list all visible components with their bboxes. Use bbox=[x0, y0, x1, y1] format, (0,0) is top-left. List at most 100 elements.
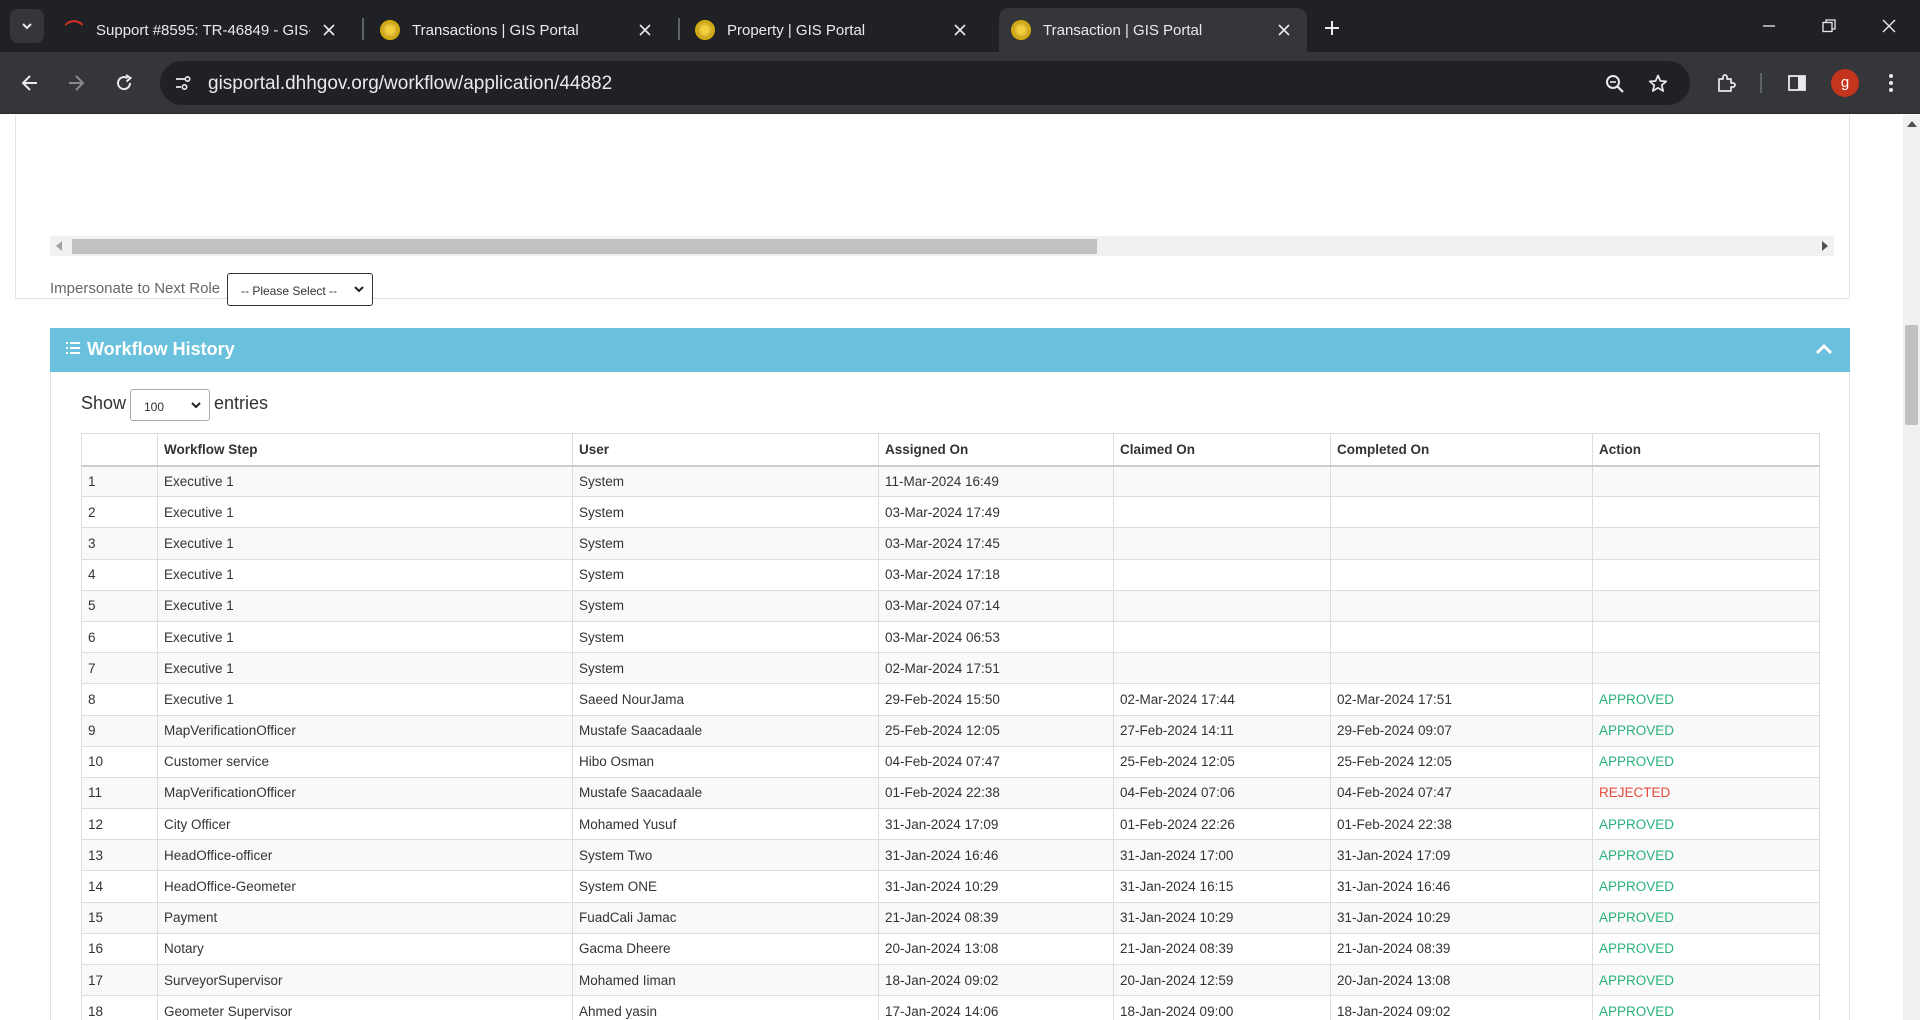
cell-user: Mohamed Yusuf bbox=[572, 808, 879, 841]
cell-assigned-on: 02-Mar-2024 17:51 bbox=[878, 652, 1114, 685]
workflow-history-header[interactable]: Workflow History bbox=[50, 328, 1850, 372]
cell-assigned-on: 21-Jan-2024 08:39 bbox=[878, 901, 1114, 934]
show-label: Show bbox=[81, 393, 127, 413]
cell-index: 12 bbox=[81, 808, 158, 841]
cell-claimed-on: 31-Jan-2024 16:15 bbox=[1113, 870, 1331, 903]
cell-claimed-on: 31-Jan-2024 17:00 bbox=[1113, 839, 1331, 872]
reload-button[interactable] bbox=[108, 67, 140, 99]
chevron-up-icon[interactable] bbox=[1814, 342, 1834, 356]
cell-action: APPROVED bbox=[1592, 963, 1820, 997]
bookmark-star-icon[interactable] bbox=[1646, 72, 1670, 96]
back-button[interactable] bbox=[14, 67, 46, 99]
column-header-completed-on[interactable]: Completed On bbox=[1330, 433, 1593, 467]
cell-workflow-step: Payment bbox=[157, 901, 573, 934]
browser-toolbar: gisportal.dhhgov.org/workflow/applicatio… bbox=[0, 52, 1920, 114]
table-header-row: Workflow Step User Assigned On Claimed O… bbox=[81, 433, 1820, 467]
cell-workflow-step: Executive 1 bbox=[157, 683, 573, 716]
cell-index: 7 bbox=[81, 652, 158, 685]
browser-tab-transaction[interactable]: Transaction | GIS Portal bbox=[999, 8, 1307, 52]
cell-completed-on bbox=[1330, 589, 1593, 622]
side-panel-icon[interactable] bbox=[1783, 69, 1811, 97]
cell-assigned-on: 03-Mar-2024 17:49 bbox=[878, 496, 1114, 529]
cell-assigned-on: 20-Jan-2024 13:08 bbox=[878, 932, 1114, 966]
browser-tab-support[interactable]: ⌒ Support #8595: TR-46849 - GIS-Ha bbox=[52, 8, 352, 52]
table-row: 14 HeadOffice-Geometer System ONE 31-Jan-20… bbox=[81, 870, 1820, 903]
table-row: 2 Executive 1 System 03-Mar-2024 17:49 bbox=[81, 496, 1820, 529]
cell-claimed-on bbox=[1113, 464, 1331, 498]
gis-portal-icon bbox=[695, 20, 715, 40]
cell-assigned-on: 31-Jan-2024 17:09 bbox=[878, 808, 1114, 841]
close-tab-icon[interactable] bbox=[318, 19, 340, 41]
impersonate-role-select[interactable]: -- Please Select -- bbox=[227, 273, 373, 306]
entries-per-page-select[interactable]: 100 bbox=[130, 389, 210, 421]
column-header-assigned-on[interactable]: Assigned On bbox=[878, 433, 1114, 467]
scroll-right-icon[interactable] bbox=[1822, 241, 1828, 251]
gis-portal-icon bbox=[1011, 20, 1031, 40]
browser-tab-property[interactable]: Property | GIS Portal bbox=[683, 8, 983, 52]
vertical-scrollbar[interactable] bbox=[1903, 115, 1920, 1020]
close-tab-icon[interactable] bbox=[949, 19, 971, 41]
cell-assigned-on: 31-Jan-2024 16:46 bbox=[878, 839, 1114, 872]
cell-assigned-on: 03-Mar-2024 17:45 bbox=[878, 527, 1114, 560]
column-header-claimed-on[interactable]: Claimed On bbox=[1113, 433, 1331, 467]
scroll-up-icon[interactable] bbox=[1907, 121, 1917, 127]
column-header-workflow-step[interactable]: Workflow Step bbox=[157, 433, 573, 467]
tab-separator bbox=[362, 18, 364, 40]
cell-user: System bbox=[572, 620, 879, 654]
cell-assigned-on: 17-Jan-2024 14:06 bbox=[878, 995, 1114, 1020]
cell-user: Mustafe Saacadaale bbox=[572, 714, 879, 747]
cell-claimed-on bbox=[1113, 496, 1331, 529]
cell-workflow-step: City Officer bbox=[157, 808, 573, 841]
new-tab-button[interactable] bbox=[1318, 14, 1346, 42]
cell-completed-on bbox=[1330, 527, 1593, 560]
cell-user: System bbox=[572, 527, 879, 560]
extensions-icon[interactable] bbox=[1712, 69, 1740, 97]
cell-action: REJECTED bbox=[1592, 776, 1820, 810]
entries-label: entries bbox=[214, 393, 269, 413]
chevron-down-icon bbox=[354, 286, 364, 293]
cell-assigned-on: 31-Jan-2024 10:29 bbox=[878, 870, 1114, 903]
column-header-action[interactable]: Action bbox=[1592, 433, 1820, 467]
zoom-icon[interactable] bbox=[1603, 72, 1627, 96]
close-tab-icon[interactable] bbox=[634, 19, 656, 41]
cell-workflow-step: HeadOffice-officer bbox=[157, 839, 573, 872]
restore-button[interactable] bbox=[1814, 12, 1844, 40]
cell-workflow-step: MapVerificationOfficer bbox=[157, 776, 573, 810]
cell-workflow-step: Executive 1 bbox=[157, 558, 573, 591]
cell-index: 14 bbox=[81, 870, 158, 903]
cell-user: System bbox=[572, 558, 879, 591]
workflow-history-title: Workflow History bbox=[87, 339, 235, 359]
cell-completed-on bbox=[1330, 620, 1593, 654]
cell-claimed-on: 25-Feb-2024 12:05 bbox=[1113, 745, 1331, 778]
cell-action bbox=[1592, 527, 1820, 560]
cell-workflow-step: Executive 1 bbox=[157, 652, 573, 685]
toolbar-divider bbox=[1760, 73, 1762, 93]
cell-assigned-on: 29-Feb-2024 15:50 bbox=[878, 683, 1114, 716]
cell-user: System bbox=[572, 496, 879, 529]
column-header-index[interactable] bbox=[81, 433, 158, 467]
close-tab-icon[interactable] bbox=[1273, 19, 1295, 41]
vertical-scroll-thumb[interactable] bbox=[1905, 325, 1918, 425]
close-window-button[interactable] bbox=[1874, 12, 1904, 40]
profile-avatar[interactable]: g bbox=[1831, 69, 1859, 97]
tab-search-button[interactable] bbox=[10, 9, 44, 43]
horizontal-scrollbar[interactable] bbox=[50, 236, 1834, 256]
browser-menu-icon[interactable] bbox=[1877, 69, 1905, 97]
cell-index: 6 bbox=[81, 620, 158, 654]
table-row: 6 Executive 1 System 03-Mar-2024 06:53 bbox=[81, 620, 1820, 654]
scroll-left-icon[interactable] bbox=[56, 241, 62, 251]
column-header-user[interactable]: User bbox=[572, 433, 879, 467]
horizontal-scroll-thumb[interactable] bbox=[72, 239, 1097, 254]
site-settings-icon[interactable] bbox=[172, 72, 194, 94]
cell-completed-on: 31-Jan-2024 16:46 bbox=[1330, 870, 1593, 903]
application-card bbox=[15, 115, 1850, 299]
gis-portal-icon bbox=[380, 20, 400, 40]
address-bar[interactable]: gisportal.dhhgov.org/workflow/applicatio… bbox=[160, 61, 1690, 105]
table-body: 1 Executive 1 System 11-Mar-2024 16:49 2 Exec… bbox=[81, 464, 1820, 1020]
cell-assigned-on: 18-Jan-2024 09:02 bbox=[878, 963, 1114, 997]
cell-completed-on bbox=[1330, 652, 1593, 685]
minimize-button[interactable] bbox=[1754, 12, 1784, 40]
browser-tab-transactions[interactable]: Transactions | GIS Portal bbox=[368, 8, 668, 52]
forward-button[interactable] bbox=[60, 67, 92, 99]
cell-assigned-on: 03-Mar-2024 06:53 bbox=[878, 620, 1114, 654]
